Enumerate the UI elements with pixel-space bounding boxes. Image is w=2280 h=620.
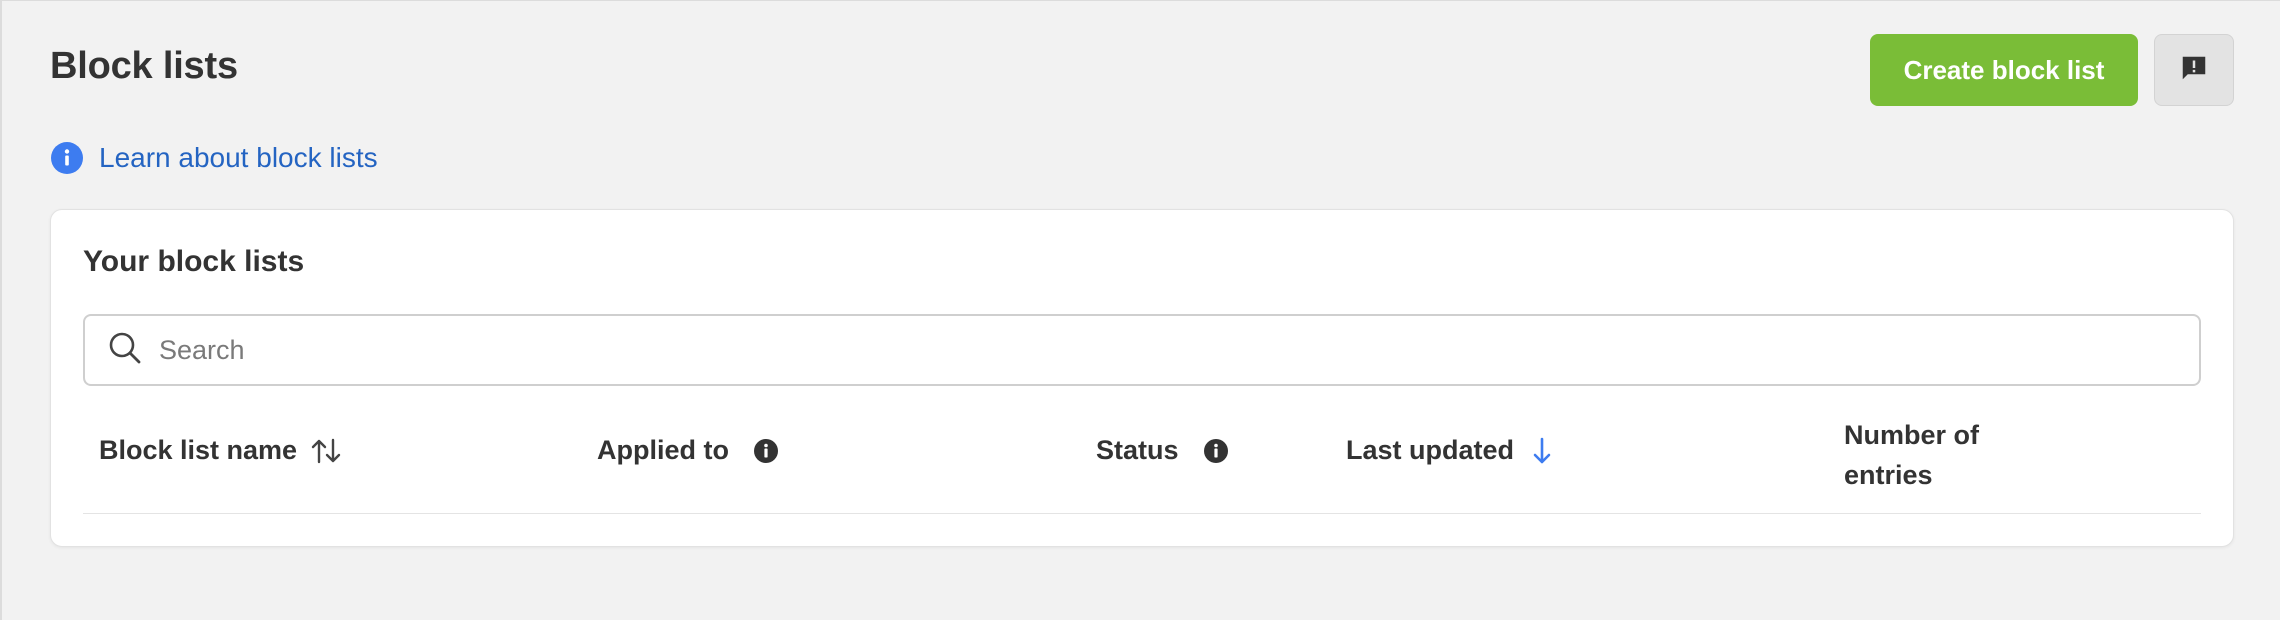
search-icon bbox=[105, 328, 145, 373]
info-icon[interactable] bbox=[753, 438, 779, 464]
create-block-list-button[interactable]: Create block list bbox=[1870, 34, 2138, 106]
block-lists-card: Your block lists Block list name Applied… bbox=[50, 209, 2234, 547]
column-header-last-updated[interactable]: Last updated bbox=[1346, 435, 1554, 466]
table-header-divider bbox=[83, 513, 2201, 514]
column-header-status[interactable]: Status bbox=[1096, 435, 1229, 466]
column-label: Applied to bbox=[597, 435, 729, 465]
feedback-exclamation-icon bbox=[2179, 53, 2209, 88]
info-icon[interactable] bbox=[1203, 438, 1229, 464]
column-header-applied-to[interactable]: Applied to bbox=[597, 435, 779, 466]
feedback-button[interactable] bbox=[2154, 34, 2234, 106]
column-label-line-2: entries bbox=[1844, 460, 1933, 490]
learn-about-block-lists-link[interactable]: Learn about block lists bbox=[99, 142, 378, 174]
block-lists-page: Block lists Create block list Learn abou… bbox=[0, 0, 2280, 620]
search-input[interactable] bbox=[159, 334, 2059, 366]
column-label: Last updated bbox=[1346, 435, 1515, 465]
page-title: Block lists bbox=[50, 45, 238, 87]
card-title: Your block lists bbox=[83, 245, 305, 278]
sort-both-icon[interactable] bbox=[309, 436, 343, 466]
column-header-block-list-name[interactable]: Block list name bbox=[99, 435, 343, 466]
column-label-line-1: Number of bbox=[1844, 420, 1979, 450]
sort-descending-icon[interactable] bbox=[1530, 436, 1554, 466]
column-label: Block list name bbox=[99, 435, 298, 465]
learn-about-row: Learn about block lists bbox=[51, 142, 378, 174]
search-field[interactable] bbox=[83, 314, 2201, 386]
column-label: Status bbox=[1096, 435, 1179, 465]
column-header-number-of-entries[interactable]: Number of entries bbox=[1844, 415, 1979, 495]
info-icon bbox=[51, 142, 83, 174]
